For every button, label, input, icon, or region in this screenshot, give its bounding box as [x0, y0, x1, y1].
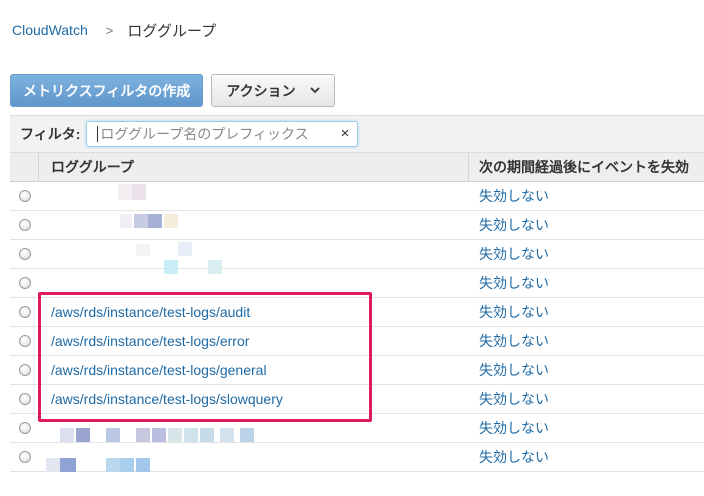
log-group-name: /aws/rds/instance/test-logs/slowquery	[39, 391, 469, 407]
expiry-value[interactable]: 失効しない	[469, 302, 549, 322]
expiry-value[interactable]: 失効しない	[469, 244, 549, 264]
log-group-link[interactable]: /aws/rds/instance/test-logs/audit	[51, 304, 250, 320]
table-row[interactable]: 失効しない	[10, 211, 704, 240]
select-column-header	[10, 153, 39, 181]
table-header: ロググループ 次の期間経過後にイベントを失効	[10, 153, 704, 182]
breadcrumb-cloudwatch-link[interactable]: CloudWatch	[12, 22, 88, 38]
redacted-name-mosaic	[118, 184, 150, 202]
breadcrumb-separator: >	[105, 22, 114, 38]
row-radio[interactable]	[18, 335, 31, 347]
text-caret	[97, 126, 99, 142]
log-group-name: /aws/rds/instance/test-logs/audit	[39, 304, 469, 320]
row-radio[interactable]	[18, 248, 31, 260]
actions-button[interactable]: アクション	[211, 74, 335, 107]
redacted-name-mosaic	[60, 428, 256, 444]
breadcrumb-current: ロググループ	[127, 22, 217, 40]
row-radio[interactable]	[18, 277, 31, 289]
expiry-value[interactable]: 失効しない	[469, 273, 549, 293]
expiry-value[interactable]: 失効しない	[469, 215, 549, 235]
log-group-prefix-input[interactable]: ロググループ名のプレフィックス ×	[86, 121, 359, 147]
table-row[interactable]: /aws/rds/instance/test-logs/audit 失効しない	[10, 298, 704, 327]
filter-bar: フィルタ: ロググループ名のプレフィックス ×	[10, 115, 704, 153]
row-radio[interactable]	[18, 393, 31, 405]
table-row[interactable]: 失効しない	[10, 240, 704, 269]
expiry-value[interactable]: 失効しない	[469, 360, 549, 380]
clear-icon[interactable]: ×	[341, 125, 350, 142]
toolbar: メトリクスフィルタの作成 アクション	[10, 74, 335, 108]
table-row[interactable]: /aws/rds/instance/test-logs/error 失効しない	[10, 327, 704, 356]
chevron-down-icon	[309, 85, 320, 97]
row-radio[interactable]	[18, 219, 31, 231]
breadcrumb: CloudWatch > ロググループ	[12, 18, 216, 42]
log-group-link[interactable]: /aws/rds/instance/test-logs/slowquery	[51, 391, 283, 407]
row-radio[interactable]	[18, 190, 31, 202]
redacted-name-mosaic	[160, 258, 230, 276]
row-radio[interactable]	[18, 422, 31, 434]
row-radio[interactable]	[18, 364, 31, 376]
filter-label: フィルタ:	[20, 126, 81, 142]
log-group-name: /aws/rds/instance/test-logs/general	[39, 362, 469, 378]
expiry-value[interactable]: 失効しない	[469, 331, 549, 351]
filter-placeholder: ロググループ名のプレフィックス	[100, 126, 309, 142]
log-group-name: /aws/rds/instance/test-logs/error	[39, 333, 469, 349]
expiry-value[interactable]: 失効しない	[469, 389, 549, 409]
redacted-name-mosaic	[120, 212, 184, 230]
table-row[interactable]: 失効しない	[10, 269, 704, 298]
expiry-value[interactable]: 失効しない	[469, 418, 549, 438]
redacted-name-mosaic	[46, 456, 156, 474]
create-metric-filter-label: メトリクスフィルタの作成	[23, 82, 191, 99]
expiry-value[interactable]: 失効しない	[469, 186, 549, 206]
row-radio[interactable]	[18, 451, 31, 463]
table-row[interactable]: /aws/rds/instance/test-logs/slowquery 失効…	[10, 385, 704, 414]
log-group-link[interactable]: /aws/rds/instance/test-logs/general	[51, 362, 267, 378]
create-metric-filter-button[interactable]: メトリクスフィルタの作成	[10, 74, 204, 107]
row-radio[interactable]	[18, 306, 31, 318]
table-row[interactable]: /aws/rds/instance/test-logs/general 失効しな…	[10, 356, 704, 385]
log-group-column-header[interactable]: ロググループ	[39, 153, 469, 181]
actions-label: アクション	[226, 82, 296, 99]
table-row[interactable]: 失効しない	[10, 182, 704, 211]
expiry-value[interactable]: 失効しない	[469, 447, 549, 467]
expiry-column-header[interactable]: 次の期間経過後にイベントを失効	[469, 153, 704, 181]
redacted-name-mosaic	[136, 242, 196, 258]
log-group-link[interactable]: /aws/rds/instance/test-logs/error	[51, 333, 249, 349]
